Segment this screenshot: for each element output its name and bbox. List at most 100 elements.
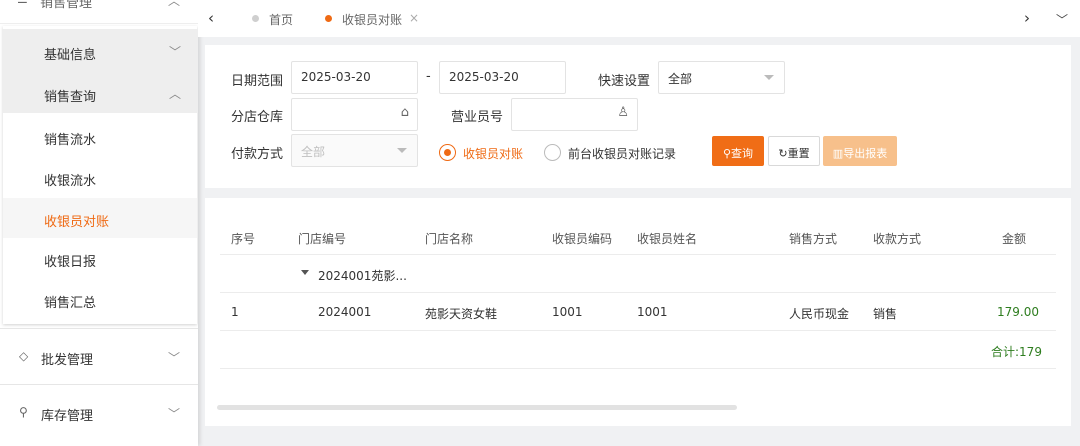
export-report-button[interactable]: ▥导出报表 (823, 136, 897, 166)
chevron-down-icon: ﹀ (169, 45, 182, 59)
reset-button-label: 重置 (787, 147, 810, 160)
sidebar-item-cash-flow[interactable]: 收银流水 (3, 157, 197, 197)
horizontal-scrollbar[interactable] (217, 405, 737, 410)
refresh-icon: ↻ (778, 147, 788, 160)
tab-dot (252, 15, 259, 22)
warehouse-label: 分店仓库 (231, 110, 284, 125)
sidebar-item-sales-summary[interactable]: 销售汇总 (3, 279, 197, 319)
payment-method-select[interactable]: 全部 (291, 134, 418, 167)
bar-chart-icon: ▥ (832, 147, 844, 160)
sidebar-item-label: 销售汇总 (44, 296, 97, 311)
tab-label: 收银员对账 (342, 13, 403, 27)
sidebar-item-cashier-reconciliation[interactable]: 收银员对账 (3, 198, 197, 238)
date-separator: - (426, 69, 431, 84)
sidebar-submenu: 基础信息 ﹀ 销售查询 ︿ 销售流水 收银流水 收银员对账 收银日报 销售汇总 (3, 26, 197, 324)
date-start-input[interactable]: 2025-03-20 (291, 61, 418, 94)
menu-icon: ☰ (17, 0, 28, 6)
caret-down-icon (397, 148, 407, 153)
close-icon[interactable]: × (409, 11, 419, 25)
column-header-seq: 序号 (231, 232, 256, 246)
tab-home[interactable]: 首页 (252, 11, 302, 27)
column-header-cashier-name: 收银员姓名 (637, 232, 698, 246)
sidebar-item-label: 销售管理 (40, 0, 93, 11)
cell-seq: 1 (231, 305, 239, 319)
sidebar-item-label: 收银流水 (44, 174, 97, 189)
date-end-value: 2025-03-20 (449, 70, 519, 84)
column-header-cashier-code: 收银员编码 (552, 232, 613, 246)
sidebar-item-label: 批发管理 (41, 353, 94, 368)
tab-label: 首页 (269, 13, 294, 27)
sidebar-item-sales-management[interactable]: ☰ 销售管理 ︿ (0, 0, 198, 24)
row-divider (220, 330, 1056, 331)
row-divider (220, 254, 1056, 255)
chevron-left-icon[interactable]: ‹ (208, 9, 214, 27)
cell-sale-method: 人民币现金 (789, 307, 850, 321)
date-end-input[interactable]: 2025-03-20 (439, 61, 566, 94)
column-header-amount: 金额 (1002, 232, 1027, 246)
search-icon: ⚲ (722, 147, 732, 160)
chevron-up-icon: ︿ (168, 0, 181, 8)
sidebar-group-label: 销售查询 (44, 90, 97, 105)
radio-circle (544, 144, 561, 161)
caret-down-icon[interactable] (301, 270, 309, 275)
radio-label: 前台收银员对账记录 (568, 147, 677, 161)
chevron-right-icon[interactable]: › (1024, 9, 1030, 27)
cell-store-name: 苑影天资女鞋 (425, 307, 498, 321)
caret-down-icon (764, 75, 774, 80)
filter-panel: 日期范围 2025-03-20 - 2025-03-20 快速设置 全部 分店仓… (205, 45, 1071, 188)
cell-store-code: 2024001 (318, 305, 372, 319)
chevron-down-icon: ﹀ (168, 407, 181, 421)
sidebar-item-sales-flow[interactable]: 销售流水 (3, 116, 197, 156)
column-header-store-code: 门店编号 (298, 232, 347, 246)
reset-button[interactable]: ↻重置 (768, 136, 820, 166)
cell-amount: 179.00 (997, 305, 1039, 319)
radio-label: 收银员对账 (463, 147, 524, 161)
query-button-label: 查询 (731, 147, 754, 160)
group-label: 2024001苑影... (318, 269, 407, 283)
clerk-number-label: 营业员号 (451, 110, 504, 125)
radio-circle (439, 144, 456, 161)
payment-method-placeholder: 全部 (301, 145, 326, 159)
cell-cashier-name: 1001 (637, 305, 668, 319)
radio-front-cashier-records[interactable]: 前台收银员对账记录 (544, 143, 684, 163)
quick-setting-select[interactable]: 全部 (658, 61, 785, 94)
sidebar: ☰ 销售管理 ︿ 基础信息 ﹀ 销售查询 ︿ 销售流水 收银流水 收银员对账 收… (0, 0, 198, 446)
quick-setting-value: 全部 (668, 72, 693, 86)
sidebar-item-wholesale[interactable]: ◇ 批发管理 ﹀ (0, 328, 198, 384)
quick-setting-label: 快速设置 (598, 74, 651, 89)
search-icon: ⚲ (19, 405, 28, 419)
tab-dot (325, 15, 332, 22)
payment-method-label: 付款方式 (231, 147, 284, 162)
sidebar-item-label: 库存管理 (41, 409, 94, 424)
clerk-number-input[interactable]: ♙ (511, 98, 638, 131)
date-range-label: 日期范围 (231, 74, 284, 89)
total-amount: 合计:179 (991, 345, 1042, 359)
row-divider (220, 292, 1056, 293)
tab-cashier-reconciliation[interactable]: 收银员对账 × (325, 11, 421, 27)
sidebar-item-cash-daily-report[interactable]: 收银日报 (3, 238, 197, 278)
column-header-pay-method: 收款方式 (873, 232, 922, 246)
diamond-icon: ◇ (19, 349, 29, 363)
sidebar-group-label: 基础信息 (44, 48, 97, 63)
column-header-store-name: 门店名称 (425, 232, 474, 246)
sidebar-group-sales-query[interactable]: 销售查询 ︿ (3, 71, 197, 113)
user-icon[interactable]: ♙ (617, 105, 629, 120)
date-start-value: 2025-03-20 (301, 70, 371, 84)
sidebar-group-basic-info[interactable]: 基础信息 ﹀ (3, 29, 197, 71)
sidebar-item-label: 收银员对账 (44, 215, 110, 230)
chevron-down-icon: ﹀ (168, 351, 181, 365)
result-table: 序号 门店编号 门店名称 收银员编码 收银员姓名 销售方式 收款方式 金额 20… (205, 198, 1071, 426)
home-icon[interactable]: ⌂ (401, 105, 409, 120)
sidebar-item-label: 收银日报 (44, 255, 97, 270)
cell-pay-method: 销售 (873, 307, 898, 321)
row-divider (220, 368, 1056, 369)
sidebar-item-inventory[interactable]: ⚲ 库存管理 ﹀ (0, 384, 198, 440)
warehouse-input[interactable]: ⌂ (291, 98, 418, 131)
radio-cashier-reconciliation[interactable]: 收银员对账 (439, 143, 539, 163)
tab-bar: ‹ 首页 收银员对账 × › ﹀ (198, 0, 1080, 37)
column-header-sale-method: 销售方式 (789, 232, 838, 246)
query-button[interactable]: ⚲查询 (712, 136, 764, 166)
cell-cashier-code: 1001 (552, 305, 583, 319)
chevron-up-icon: ︿ (169, 87, 182, 101)
chevron-down-icon[interactable]: ﹀ (1056, 11, 1068, 28)
